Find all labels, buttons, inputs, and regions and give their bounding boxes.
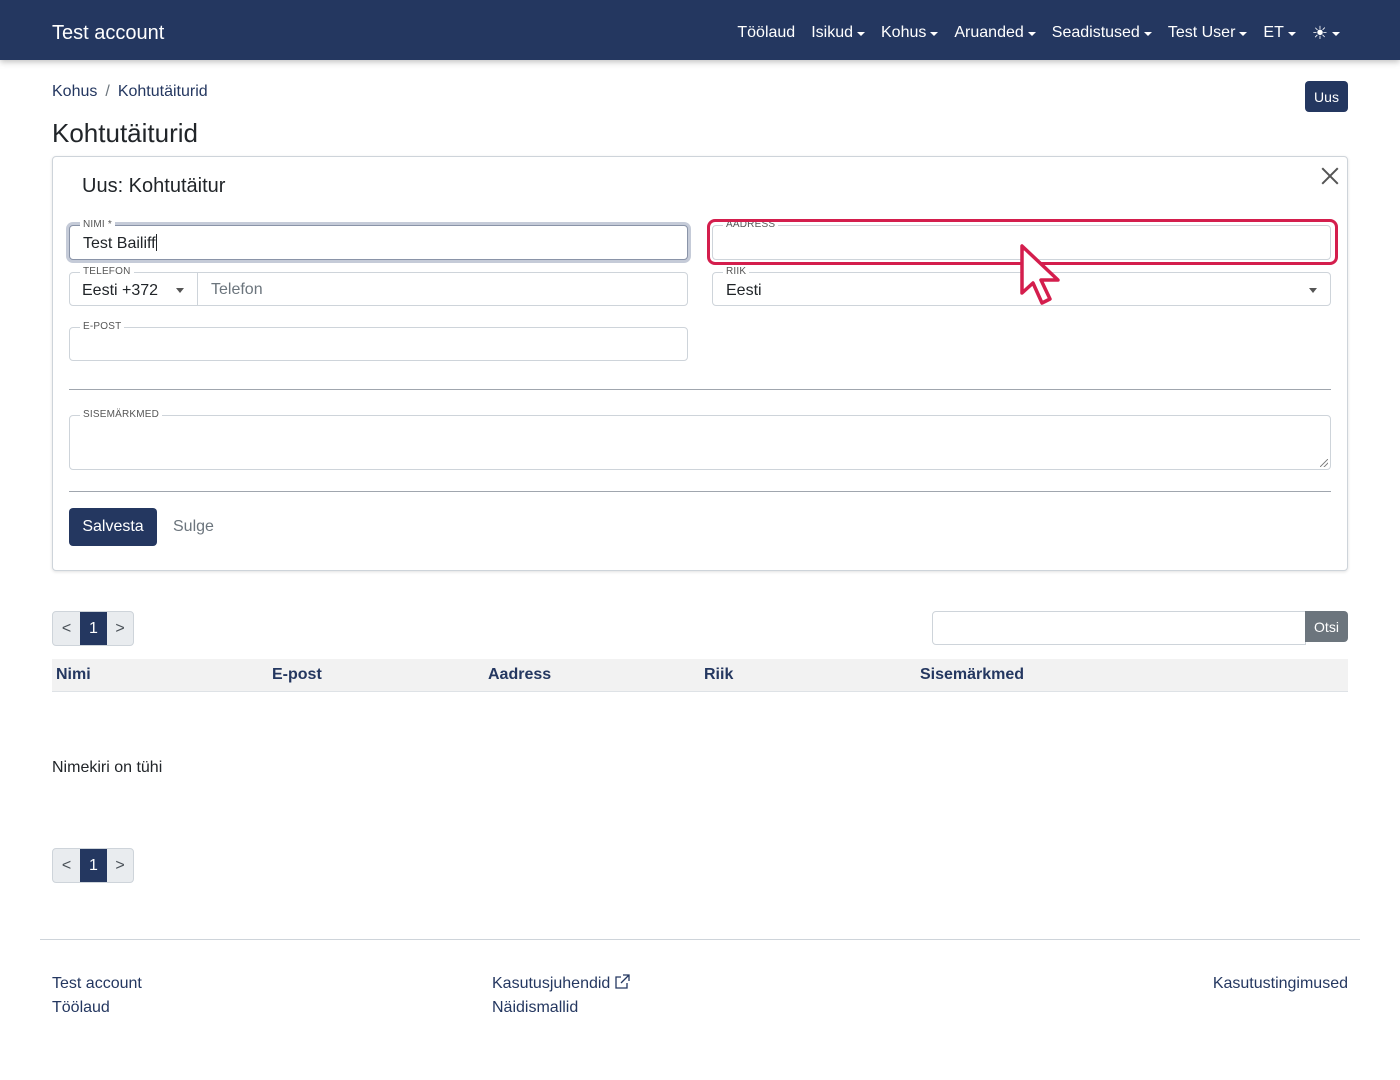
- new-button[interactable]: Uus: [1305, 81, 1348, 112]
- footer-link-guides[interactable]: Kasutusjuhendid: [492, 974, 630, 993]
- table-header: Nimi E-post Aadress Riik Sisemärkmed: [52, 659, 1348, 692]
- email-label: E-post: [80, 321, 125, 333]
- column-header-name[interactable]: Nimi: [56, 666, 91, 684]
- footer-divider: [40, 939, 1360, 940]
- phone-country-select[interactable]: Eesti +372: [70, 273, 198, 305]
- caret-down-icon: [1143, 31, 1152, 36]
- caret-down-icon: [1239, 31, 1248, 36]
- top-navbar: Test account Töölaud Isikud Kohus Aruand…: [0, 0, 1400, 60]
- current-page-button[interactable]: 1: [80, 849, 107, 882]
- notes-label: Sisemärkmed: [80, 409, 163, 421]
- nav-item-label: Aruanded: [954, 24, 1024, 41]
- country-label: Riik: [723, 266, 750, 278]
- nav-item-isikud[interactable]: Isikud: [811, 24, 865, 42]
- name-label: Nimi *: [80, 219, 115, 231]
- nav-item-seadistused[interactable]: Seadistused: [1052, 24, 1152, 42]
- nav-item-label: Kohus: [881, 24, 927, 41]
- chevron-down-icon: [176, 288, 184, 293]
- page-title: Kohtutäiturid: [52, 118, 198, 148]
- phone-input[interactable]: Telefon: [211, 281, 263, 299]
- name-text: Test Bailiff: [83, 235, 156, 252]
- chevron-down-icon: [1309, 288, 1317, 293]
- breadcrumb-kohtutaiturid[interactable]: Kohtutäiturid: [118, 83, 208, 101]
- caret-down-icon: [1332, 31, 1340, 36]
- sun-icon: ☀: [1311, 23, 1328, 43]
- nav-item-label: ET: [1263, 24, 1284, 41]
- next-page-button[interactable]: >: [107, 849, 133, 882]
- nav-item-aruanded[interactable]: Aruanded: [954, 24, 1036, 42]
- form-divider: [69, 389, 1331, 390]
- footer-link-account[interactable]: Test account: [52, 975, 142, 993]
- new-bailiff-form: Uus: Kohtutäitur Nimi * Test Bailiff Aad…: [52, 156, 1348, 571]
- footer-link-guides-label: Kasutusjuhendid: [492, 975, 611, 992]
- column-header-country[interactable]: Riik: [704, 666, 733, 684]
- breadcrumb-kohus[interactable]: Kohus: [52, 83, 97, 101]
- email-field[interactable]: E-post: [69, 321, 688, 361]
- footer-link-templates[interactable]: Näidismallid: [492, 999, 578, 1017]
- column-header-address[interactable]: Aadress: [488, 666, 551, 684]
- close-icon[interactable]: [1319, 165, 1341, 187]
- phone-country-value: Eesti +372: [82, 282, 159, 299]
- footer-link-toolaud[interactable]: Töölaud: [52, 999, 110, 1017]
- form-divider: [69, 491, 1331, 492]
- caret-down-icon: [930, 31, 939, 36]
- nav-item-label: Test User: [1167, 24, 1236, 41]
- pagination-bottom: < 1 >: [52, 848, 134, 883]
- search-input[interactable]: [932, 611, 1306, 645]
- prev-page-button[interactable]: <: [53, 612, 80, 645]
- notes-textarea[interactable]: Sisemärkmed: [69, 409, 1331, 470]
- name-field[interactable]: Nimi * Test Bailiff: [69, 219, 688, 260]
- caret-down-icon: [1027, 31, 1036, 36]
- breadcrumb-separator: /: [105, 83, 110, 100]
- form-title: Uus: Kohtutäitur: [82, 175, 226, 197]
- empty-list-message: Nimekiri on tühi: [52, 759, 163, 776]
- caret-down-icon: [1287, 31, 1296, 36]
- save-button[interactable]: Salvesta: [69, 508, 157, 546]
- prev-page-button[interactable]: <: [53, 849, 80, 882]
- country-value: Eesti: [726, 282, 762, 299]
- breadcrumb: Kohus / Kohtutäiturid: [52, 83, 208, 101]
- next-page-button[interactable]: >: [107, 612, 133, 645]
- search-button[interactable]: Otsi: [1305, 611, 1348, 642]
- nav-item-label: Töölaud: [737, 24, 796, 41]
- resize-handle-icon[interactable]: [1320, 459, 1328, 467]
- name-value: Test Bailiff: [83, 234, 157, 253]
- nav-item-label: Isikud: [811, 24, 853, 41]
- footer-link-terms[interactable]: Kasutustingimused: [1213, 975, 1348, 993]
- caret-down-icon: [857, 31, 865, 36]
- nav-menu: Töölaud Isikud Kohus Aruanded Seadistuse…: [737, 24, 1340, 42]
- nav-item-label: Seadistused: [1051, 24, 1140, 41]
- brand-link[interactable]: Test account: [52, 22, 164, 45]
- current-page-button[interactable]: 1: [80, 612, 107, 645]
- close-button[interactable]: Sulge: [173, 518, 214, 536]
- nav-item-kohus[interactable]: Kohus: [881, 24, 939, 42]
- phone-field: Telefon Eesti +372 Telefon: [69, 266, 688, 306]
- nav-item-user[interactable]: Test User: [1168, 24, 1248, 42]
- column-header-notes[interactable]: Sisemärkmed: [920, 666, 1024, 684]
- text-cursor: [155, 234, 157, 251]
- mouse-pointer-icon: [1020, 244, 1060, 305]
- nav-item-language[interactable]: ET: [1263, 24, 1296, 42]
- column-header-email[interactable]: E-post: [272, 666, 322, 684]
- nav-item-toolaud[interactable]: Töölaud: [737, 24, 795, 42]
- pagination-top: < 1 >: [52, 611, 134, 646]
- external-link-icon: [615, 974, 630, 989]
- nav-item-theme[interactable]: ☀: [1312, 24, 1340, 42]
